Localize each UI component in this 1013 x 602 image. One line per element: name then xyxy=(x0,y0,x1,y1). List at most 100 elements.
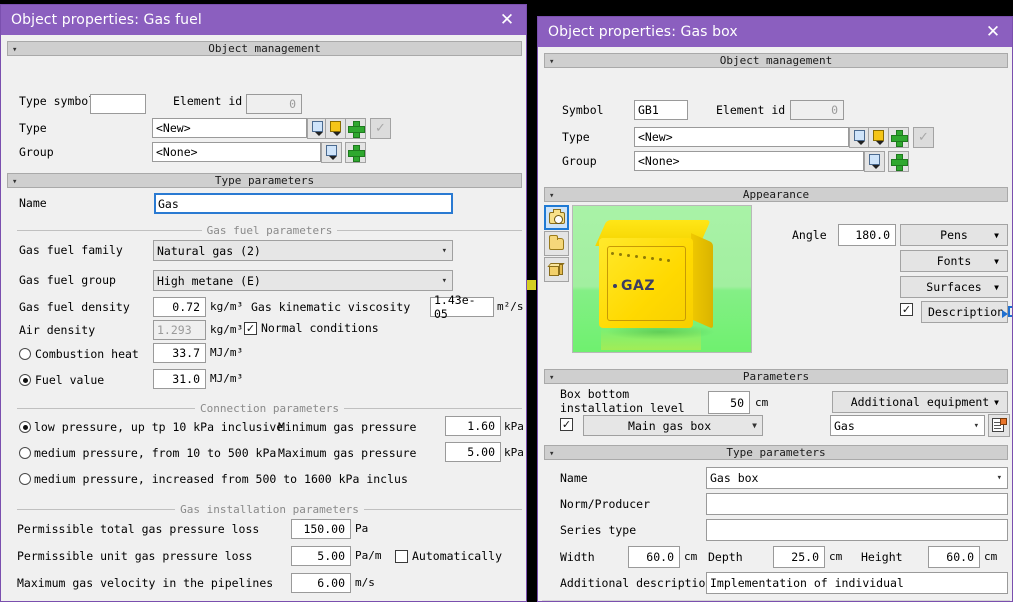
fuel-value-radio[interactable] xyxy=(19,374,31,386)
name-label: Name xyxy=(560,471,588,485)
appearance-preview[interactable]: GAZ xyxy=(572,205,752,353)
section-type-parameters[interactable]: ▾ Type parameters xyxy=(544,445,1008,460)
additional-description-label: Additional description xyxy=(560,576,713,590)
series-type-input[interactable] xyxy=(706,519,1008,541)
group-label-row: Group xyxy=(562,154,597,168)
group-pick-document-button[interactable] xyxy=(864,151,885,172)
low-pressure-row[interactable]: low pressure, up tp 10 kPa inclusive xyxy=(19,420,283,434)
gas-fuel-group-select[interactable]: High metane (E) ▾ xyxy=(153,270,453,291)
description-button[interactable]: Description xyxy=(921,301,1012,323)
fonts-button[interactable]: Fonts ▼ xyxy=(900,250,1008,272)
automatically-label: Automatically xyxy=(412,549,503,563)
type-add-button[interactable] xyxy=(345,118,366,139)
combustion-heat-input[interactable]: 33.7 xyxy=(153,343,206,363)
type-pick-library-button[interactable] xyxy=(325,118,346,139)
gas-box-body: ▾ Object management Symbol GB1 Element i… xyxy=(538,47,1012,601)
combustion-heat-radio[interactable] xyxy=(19,348,31,360)
automatically-row[interactable]: ✓ Automatically xyxy=(395,549,502,563)
additional-description-input[interactable]: Implementation of individual xyxy=(706,572,1008,594)
low-pressure-radio[interactable] xyxy=(19,421,31,433)
section-object-management[interactable]: ▾ Object management xyxy=(7,41,522,56)
description-button-label: Description xyxy=(928,305,1005,319)
maximum-gas-pressure-label: Maximum gas pressure xyxy=(278,446,417,460)
gas-box-lock-dot xyxy=(613,284,617,288)
name-input[interactable]: Gas xyxy=(154,193,453,214)
main-gas-box-checkbox[interactable]: ✓ xyxy=(560,418,573,431)
max-pressure-label-row: Maximum gas pressure xyxy=(278,446,417,460)
norm-producer-label: Norm/Producer xyxy=(560,497,651,511)
permissible-total-loss-input[interactable]: 150.00 xyxy=(291,519,351,539)
document-yellow-icon xyxy=(872,130,885,145)
group-pick-document-button[interactable] xyxy=(321,142,342,163)
additional-equipment-button[interactable]: Additional equipment ▼ xyxy=(832,391,1008,413)
section-object-management[interactable]: ▾ Object management xyxy=(544,53,1008,68)
gas-kinematic-viscosity-input[interactable]: 1.43e-05 xyxy=(430,293,494,321)
norm-producer-input[interactable] xyxy=(706,493,1008,515)
medium-pressure-2-radio[interactable] xyxy=(19,473,31,485)
type-input[interactable]: <New> xyxy=(152,118,307,138)
width-input[interactable]: 60.0 xyxy=(628,546,680,568)
section-parameters[interactable]: ▾ Parameters xyxy=(544,369,1008,384)
gas-select[interactable]: Gas ▾ xyxy=(830,415,985,436)
gas-fuel-family-label: Gas fuel family xyxy=(19,243,123,257)
combustion-heat-row[interactable]: Combustion heat xyxy=(19,347,139,361)
type-pick-library-button[interactable] xyxy=(868,127,889,148)
type-add-button[interactable] xyxy=(888,127,909,148)
fuel-value-input[interactable]: 31.0 xyxy=(153,369,206,389)
section-type-parameters-label: Type parameters xyxy=(214,174,315,187)
pens-button[interactable]: Pens ▼ xyxy=(900,224,1008,246)
type-symbol-input[interactable] xyxy=(90,94,146,114)
group-input[interactable]: <None> xyxy=(152,142,321,162)
fuel-value-row[interactable]: Fuel value xyxy=(19,373,104,387)
automatically-checkbox[interactable]: ✓ xyxy=(395,549,408,563)
box-bottom-level-input[interactable]: 50 xyxy=(708,391,750,414)
appearance-3d-tool-button[interactable] xyxy=(544,257,569,282)
chevron-down-icon: ▾ xyxy=(996,473,1002,483)
chevron-down-icon: ▾ xyxy=(549,372,555,383)
close-icon[interactable]: ✕ xyxy=(496,9,518,31)
type-pick-document-button[interactable] xyxy=(849,127,870,148)
type-input[interactable]: <New> xyxy=(634,127,849,147)
group-add-button[interactable] xyxy=(888,151,909,172)
appearance-folder-tool-button[interactable] xyxy=(544,231,569,256)
gas-fuel-group-label: Gas fuel group xyxy=(19,273,116,287)
permissible-unit-loss-unit: Pa/m xyxy=(355,549,382,562)
type-label: Type xyxy=(562,130,590,144)
gas-properties-button[interactable] xyxy=(988,414,1010,437)
maximum-gas-pressure-input[interactable]: 5.00 xyxy=(445,442,501,462)
medium-pressure-1-radio[interactable] xyxy=(19,447,31,459)
normal-conditions-row[interactable]: ✓ Normal conditions xyxy=(244,321,379,335)
description-checkbox-row[interactable]: ✓ xyxy=(900,303,913,316)
main-gas-box-select[interactable]: Main gas box ▼ xyxy=(583,415,763,436)
type-label-row: Type xyxy=(562,130,590,144)
gas-fuel-density-input[interactable]: 0.72 xyxy=(153,297,206,317)
surfaces-button[interactable]: Surfaces ▼ xyxy=(900,276,1008,298)
plus-icon xyxy=(891,154,908,171)
max-pressure-unit-row: kPa xyxy=(504,446,524,459)
maximum-gas-velocity-input[interactable]: 6.00 xyxy=(291,573,351,593)
minimum-gas-pressure-input[interactable]: 1.60 xyxy=(445,416,501,436)
gas-box-title: Object properties: Gas box xyxy=(548,24,738,40)
medium-pressure-2-row[interactable]: medium pressure, increased from 500 to 1… xyxy=(19,472,408,486)
permissible-unit-loss-input[interactable]: 5.00 xyxy=(291,546,351,566)
main-gas-box-checkbox-row[interactable]: ✓ xyxy=(560,418,573,431)
symbol-input[interactable]: GB1 xyxy=(634,100,688,120)
section-appearance[interactable]: ▾ Appearance xyxy=(544,187,1008,202)
name-select[interactable]: Gas box ▾ xyxy=(706,467,1008,489)
width-unit-row: cm xyxy=(684,550,697,563)
angle-input[interactable]: 180.0 xyxy=(838,224,896,246)
section-type-parameters[interactable]: ▾ Type parameters xyxy=(7,173,522,188)
group-add-button[interactable] xyxy=(345,142,366,163)
height-input[interactable]: 60.0 xyxy=(928,546,980,568)
depth-input[interactable]: 25.0 xyxy=(773,546,825,568)
gas-fuel-family-select[interactable]: Natural gas (2) ▾ xyxy=(153,240,453,261)
total-loss-unit-row: Pa xyxy=(355,522,368,535)
cube-icon xyxy=(547,262,565,277)
gap-marker xyxy=(527,280,536,290)
normal-conditions-checkbox[interactable]: ✓ xyxy=(244,321,257,335)
pens-button-label: Pens xyxy=(940,228,968,242)
appearance-camera-tool-button[interactable] xyxy=(544,205,569,230)
group-input[interactable]: <None> xyxy=(634,151,864,171)
description-checkbox[interactable]: ✓ xyxy=(900,303,913,316)
close-icon[interactable]: ✕ xyxy=(982,21,1004,43)
